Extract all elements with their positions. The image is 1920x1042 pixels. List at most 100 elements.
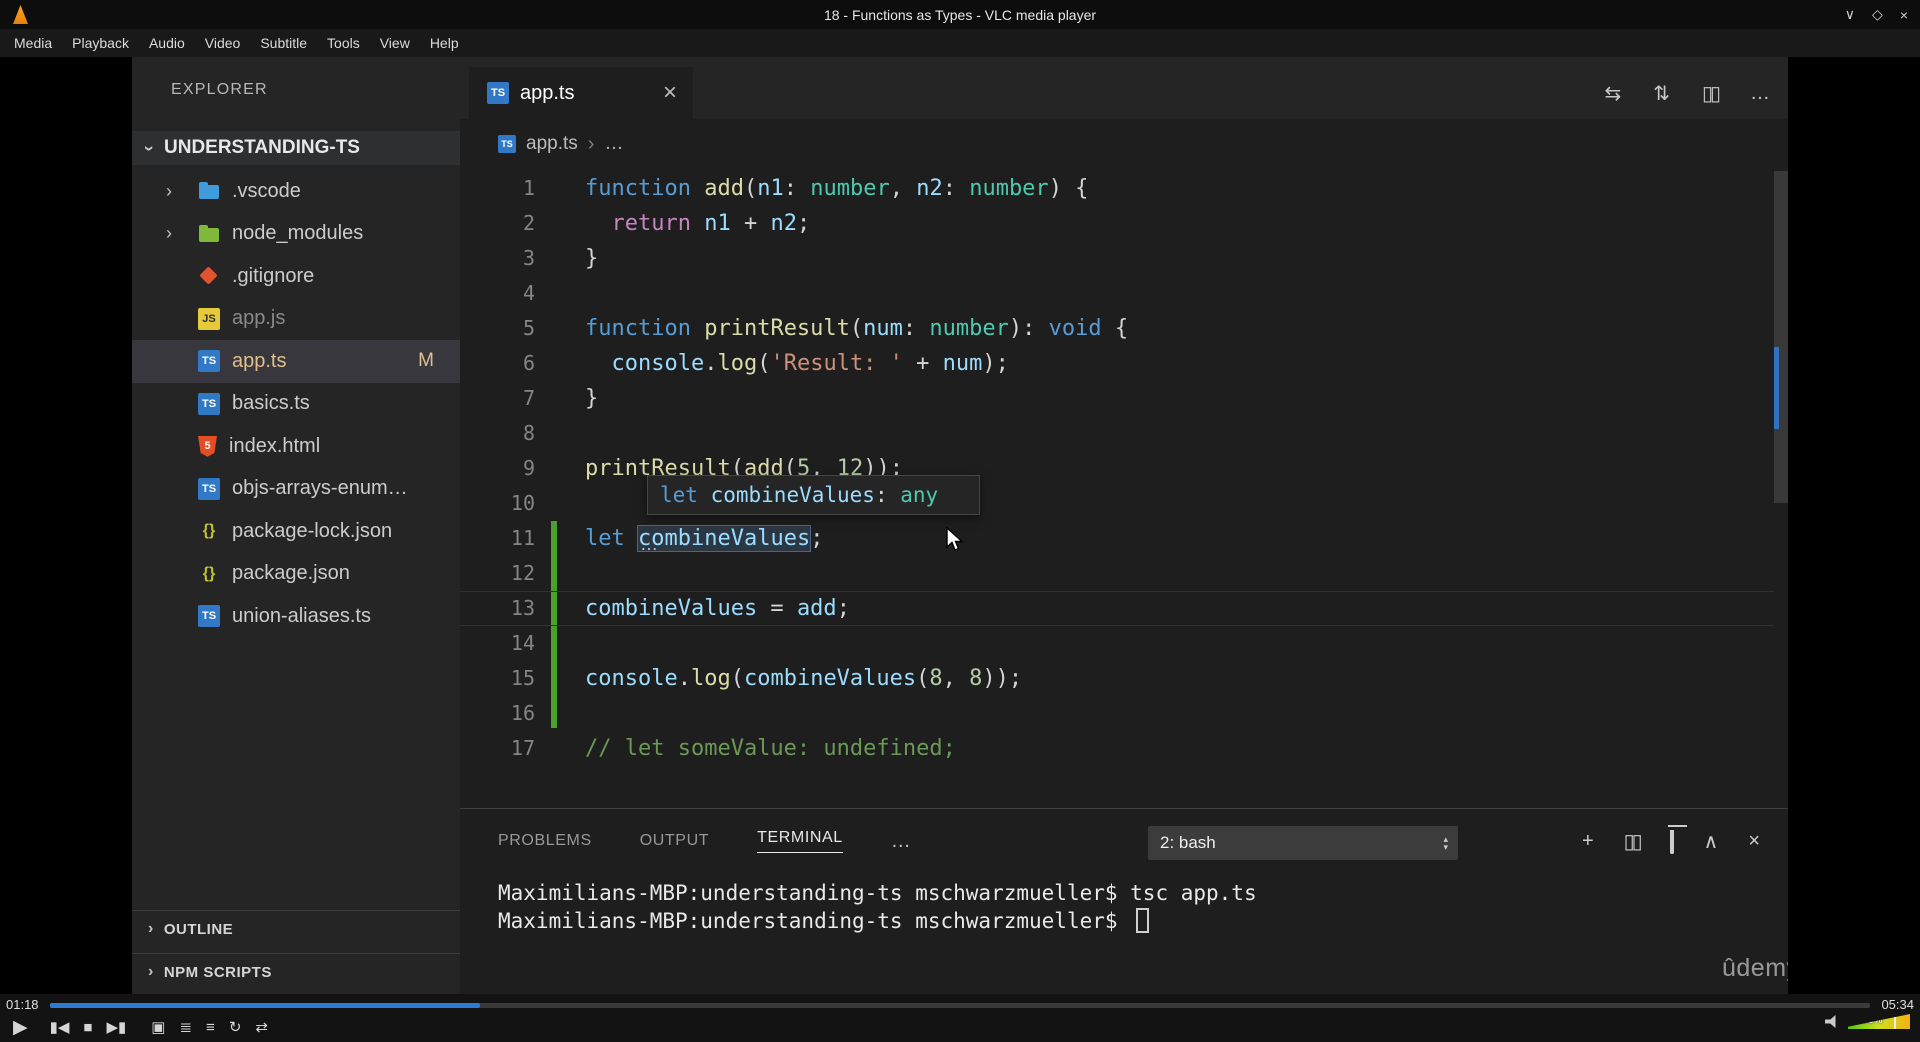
panel-tab-problems[interactable]: PROBLEMS <box>498 832 592 850</box>
file-label: app.ts <box>232 349 287 372</box>
overview-ruler-mark <box>1774 347 1779 429</box>
terminal-cursor <box>1136 908 1150 933</box>
code-line-5[interactable]: 5 function printResult(num: number): void… <box>460 311 1774 346</box>
terminal-output[interactable]: Maximilians-MBP:understanding-ts mschwar… <box>498 879 1257 935</box>
panel-tab-output[interactable]: OUTPUT <box>640 832 709 850</box>
code-line-16[interactable]: 16 <box>460 696 1774 731</box>
code-line-13[interactable]: 13 combineValues = add; <box>460 591 1774 626</box>
select-arrows-icon: ▴ ▾ <box>1443 834 1448 852</box>
file-item-basics-ts[interactable]: TS basics.ts <box>132 383 460 426</box>
file-label: objs-arrays-enum… <box>232 477 408 500</box>
code-line-4[interactable]: 4 <box>460 276 1774 311</box>
next-button[interactable]: ▶▮ <box>106 1018 126 1036</box>
line-number: 1 <box>522 176 535 200</box>
close-icon[interactable]: × <box>1900 7 1908 23</box>
explorer-root-folder[interactable]: › UNDERSTANDING-TS <box>132 131 460 165</box>
volume-slider[interactable]: 105% <box>1848 1014 1910 1029</box>
code-line-1[interactable]: 1 function add(n1: number, n2: number) { <box>460 171 1774 206</box>
folder-node-icon <box>198 223 220 245</box>
breadcrumb-more[interactable]: … <box>604 133 623 155</box>
breadcrumb[interactable]: TS app.ts › … <box>460 119 1788 169</box>
ts-icon: TS <box>198 605 220 628</box>
menu-playback[interactable]: Playback <box>62 35 139 51</box>
stop-button[interactable]: ■ <box>83 1019 92 1036</box>
sidebar-section-npm-scripts[interactable]: › NPM SCRIPTS <box>132 953 460 990</box>
breadcrumb-file[interactable]: app.ts <box>526 133 578 155</box>
udemy-watermark: ûdemy <box>1722 954 1788 982</box>
menu-subtitle[interactable]: Subtitle <box>250 35 317 51</box>
line-content: } <box>585 386 599 411</box>
file-item--gitignore[interactable]: .gitignore <box>132 255 460 298</box>
previous-button[interactable]: ▮◀ <box>50 1018 70 1036</box>
explorer-sidebar: EXPLORER › UNDERSTANDING-TS › .vscode › nod… <box>132 57 460 994</box>
git-icon <box>198 265 220 287</box>
menu-video[interactable]: Video <box>195 35 251 51</box>
maximize-panel-icon[interactable]: ∧ <box>1704 829 1719 854</box>
random-button[interactable]: ⇄ <box>255 1018 268 1036</box>
file-item-node-modules[interactable]: › node_modules <box>132 213 460 256</box>
code-line-17[interactable]: 17 // let someValue: undefined; <box>460 731 1774 766</box>
panel-tab-terminal[interactable]: TERMINAL <box>757 829 843 853</box>
play-button[interactable]: ▶ <box>13 1016 28 1039</box>
loop-button[interactable]: ↻ <box>229 1018 242 1036</box>
code-line-6[interactable]: 6 console.log('Result: ' + num); <box>460 346 1774 381</box>
window-controls: ∨ ◇ × <box>1845 0 1908 29</box>
split-editor-icon[interactable]: ▯▯ <box>1702 81 1721 106</box>
fullscreen-button[interactable]: ▣ <box>151 1018 165 1036</box>
volume-control[interactable]: 105% <box>1825 1014 1910 1029</box>
video-stage[interactable]: EXPLORER › UNDERSTANDING-TS › .vscode › nod… <box>0 57 1920 994</box>
file-item-app-js[interactable]: JS app.js <box>132 298 460 341</box>
file-item--vscode[interactable]: › .vscode <box>132 170 460 213</box>
kill-terminal-icon[interactable] <box>1669 829 1674 854</box>
open-changes-icon[interactable]: ⇆ <box>1604 81 1621 106</box>
sidebar-section-outline[interactable]: › OUTLINE <box>132 910 460 947</box>
maximize-icon[interactable]: ◇ <box>1872 6 1883 23</box>
line-number: 2 <box>522 211 535 235</box>
editor-tab-bar: TS app.ts × ⇆ ⇅ ▯▯ … <box>460 57 1788 119</box>
mouse-cursor <box>946 527 964 551</box>
file-item-package-json[interactable]: {} package.json <box>132 553 460 596</box>
vlc-controls: ▶ ▮◀ ■ ▶▮ ▣ ≣ ≡ ↻ ⇄ <box>6 1014 275 1040</box>
menu-help[interactable]: Help <box>420 35 469 51</box>
editor-scrollbar[interactable] <box>1774 171 1788 503</box>
minimize-icon[interactable]: ∨ <box>1845 6 1855 23</box>
file-item-union-aliases-ts[interactable]: TS union-aliases.ts <box>132 595 460 638</box>
close-panel-icon[interactable]: × <box>1748 830 1760 853</box>
line-number: 7 <box>522 386 535 410</box>
file-item-package-lock-json[interactable]: {} package-lock.json <box>132 510 460 553</box>
menu-tools[interactable]: Tools <box>317 35 370 51</box>
code-line-14[interactable]: 14 <box>460 626 1774 661</box>
line-number: 8 <box>522 421 535 445</box>
file-item-index-html[interactable]: 5 index.html <box>132 425 460 468</box>
code-line-15[interactable]: 15 console.log(combineValues(8, 8)); <box>460 661 1774 696</box>
file-item-app-ts[interactable]: TS app.ts M <box>132 340 460 383</box>
extended-settings-button[interactable]: ≣ <box>179 1018 192 1036</box>
panel-more-icon[interactable]: … <box>891 830 911 853</box>
menu-view[interactable]: View <box>370 35 420 51</box>
code-line-7[interactable]: 7} <box>460 381 1774 416</box>
split-terminal-icon[interactable]: ▯▯ <box>1624 829 1643 854</box>
file-item-objs-arrays-enum-[interactable]: TS objs-arrays-enum… <box>132 468 460 511</box>
tab-app-ts[interactable]: TS app.ts × <box>469 67 693 119</box>
code-line-2[interactable]: 2 return n1 + n2; <box>460 206 1774 241</box>
code-line-8[interactable]: 8 <box>460 416 1774 451</box>
new-terminal-icon[interactable]: + <box>1582 830 1594 853</box>
git-compare-icon[interactable]: ⇅ <box>1653 81 1670 106</box>
line-number: 6 <box>522 351 535 375</box>
more-actions-icon[interactable]: … <box>1750 82 1770 105</box>
editor-actions: ⇆ ⇅ ▯▯ … <box>1604 67 1770 119</box>
file-label: .gitignore <box>232 264 315 287</box>
close-tab-icon[interactable]: × <box>663 79 677 107</box>
code-lines[interactable]: 1 function add(n1: number, n2: number) {2… <box>460 171 1774 766</box>
playlist-button[interactable]: ≡ <box>206 1019 215 1036</box>
code-line-12[interactable]: 12 <box>460 556 1774 591</box>
line-content: // let someValue: undefined; <box>585 736 956 761</box>
menu-audio[interactable]: Audio <box>139 35 195 51</box>
vlc-menubar: Media Playback Audio Video Subtitle Tools View… <box>0 29 1920 57</box>
panel-actions: + ▯▯ ∧ × <box>1582 809 1760 873</box>
seek-bar[interactable] <box>50 1003 1870 1008</box>
code-line-3[interactable]: 3} <box>460 241 1774 276</box>
terminal-shell-select[interactable]: 2: bash ▴ ▾ <box>1148 826 1458 860</box>
menu-media[interactable]: Media <box>4 35 62 51</box>
line-number: 12 <box>510 561 535 585</box>
